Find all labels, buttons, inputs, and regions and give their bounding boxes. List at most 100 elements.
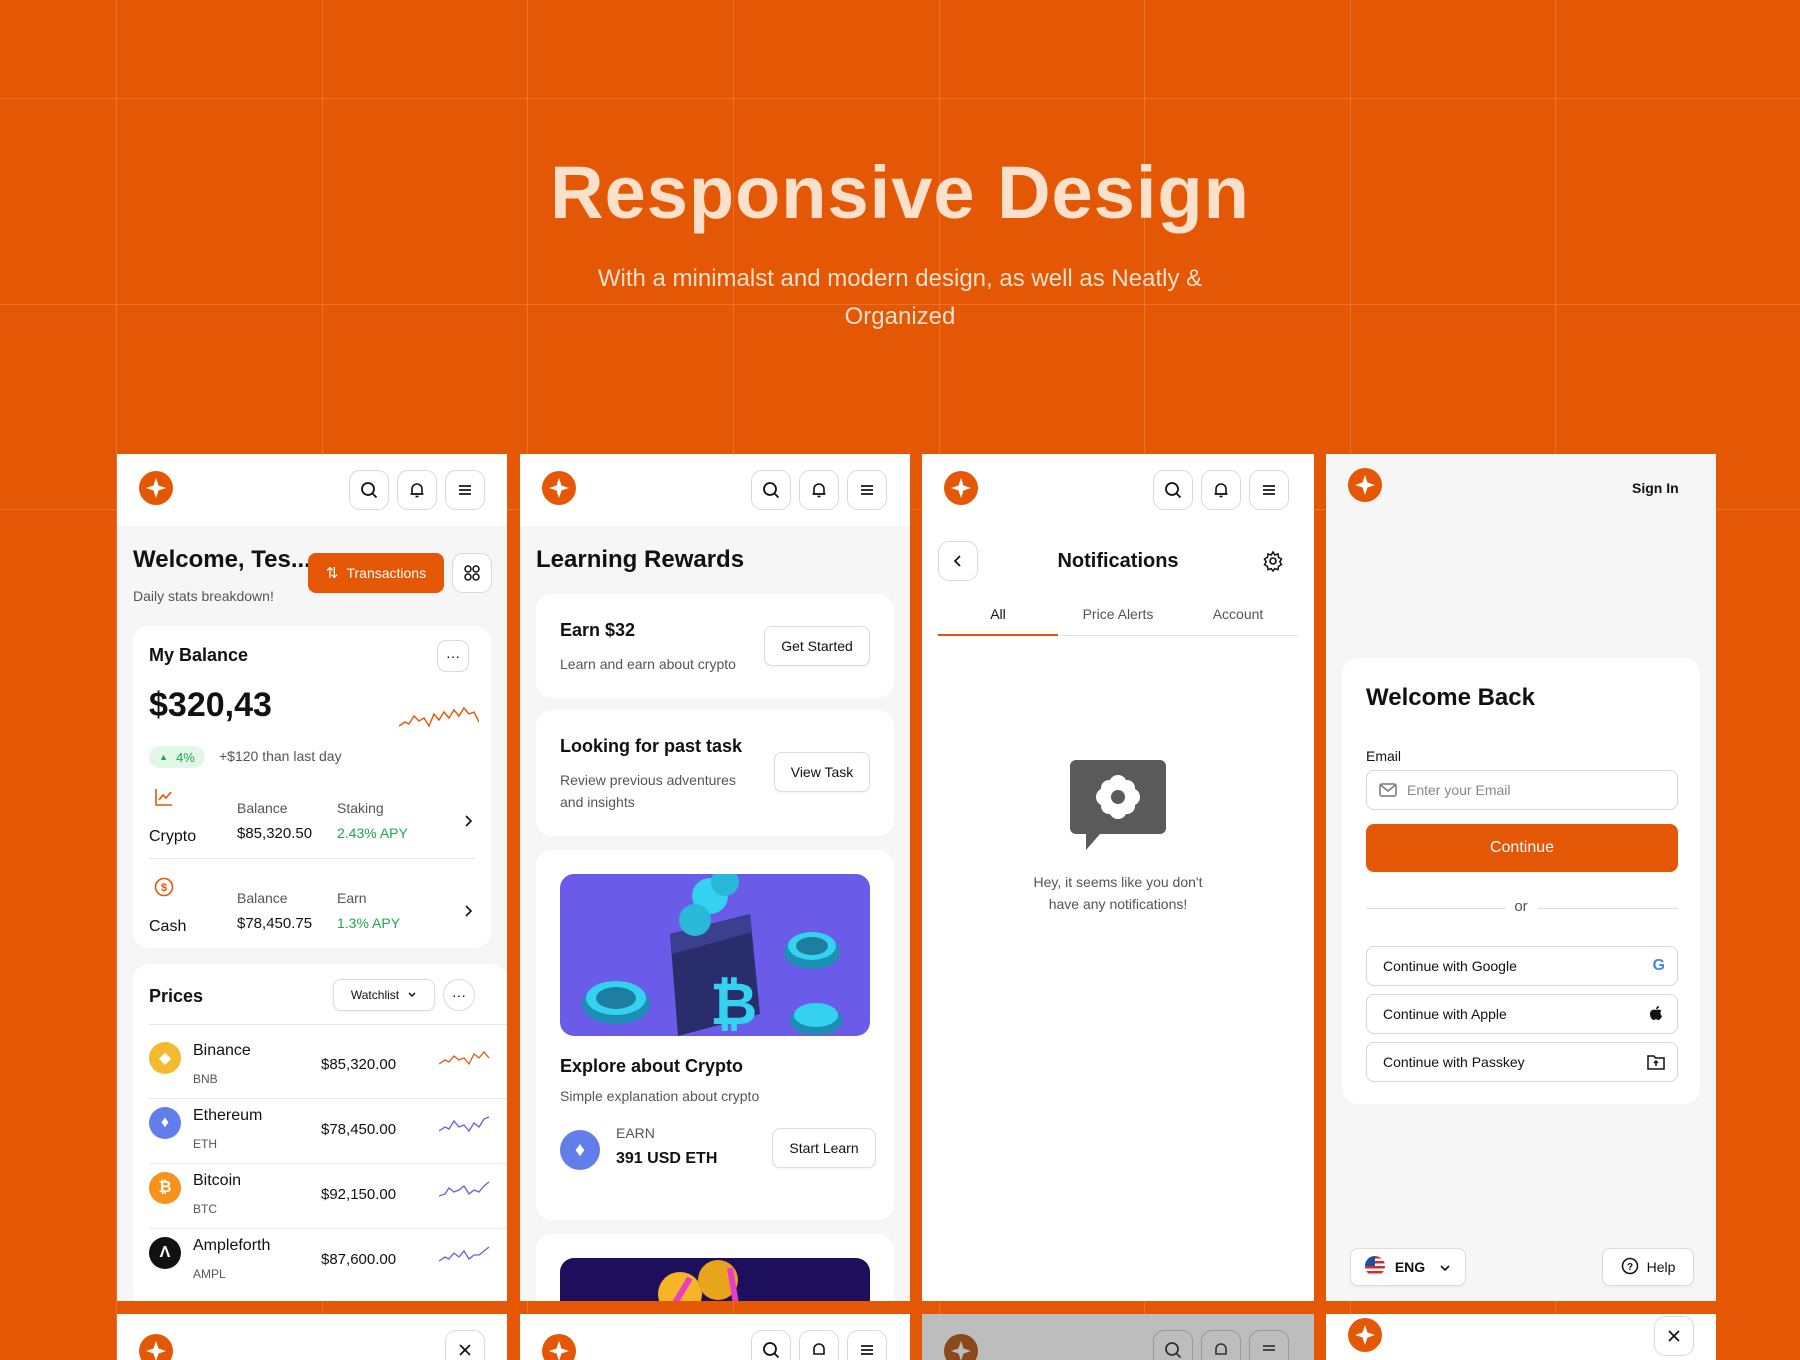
prices-card: Prices Watchlist ··· ◆ Binance BNB $85,3…: [133, 964, 507, 1301]
search-button[interactable]: [751, 1330, 791, 1360]
logo[interactable]: [1348, 468, 1382, 502]
start-learn-button[interactable]: Start Learn: [772, 1128, 876, 1168]
explore-desc: Simple explanation about crypto: [560, 1088, 760, 1104]
logo[interactable]: [944, 1334, 978, 1360]
email-field[interactable]: Enter your Email: [1366, 770, 1678, 810]
account-row-cash[interactable]: $ Cash Balance $78,450.75 Earn 1.3% APY: [149, 876, 475, 948]
account-col1-value: $85,320.50: [237, 825, 313, 842]
coin-row[interactable]: ♦ Ethereum ETH $78,450.00: [149, 1099, 507, 1164]
logo[interactable]: [944, 471, 978, 505]
coin-name: Ampleforth: [193, 1237, 271, 1254]
transactions-button[interactable]: ⇅ Transactions: [308, 553, 444, 593]
empty-notification-icon: [1070, 760, 1166, 850]
apps-button[interactable]: [452, 553, 492, 593]
notifications-button[interactable]: [397, 470, 437, 510]
bottom-panel-3: [922, 1314, 1314, 1360]
notifications-title: Notifications: [1057, 550, 1179, 572]
coin-sparkline: [439, 1181, 490, 1197]
view-task-button[interactable]: View Task: [774, 752, 870, 792]
continue-button[interactable]: Continue: [1366, 824, 1678, 872]
top-bar: [520, 454, 910, 526]
coin-row[interactable]: ₿ Bitcoin BTC $92,150.00: [149, 1164, 507, 1229]
tab-all[interactable]: All: [938, 606, 1058, 622]
top-bar: [922, 454, 1314, 526]
notification-tabs: All Price Alerts Account: [938, 594, 1298, 636]
menu-button[interactable]: [445, 470, 485, 510]
continue-apple-button[interactable]: Continue with Apple: [1366, 994, 1678, 1034]
active-tab-indicator: [938, 634, 1058, 636]
language-selector[interactable]: ENG: [1350, 1248, 1466, 1286]
coin-icon: ₿: [149, 1172, 181, 1204]
settings-gear-icon[interactable]: [1262, 550, 1284, 577]
hero-subtitle: With a minimalst and modern design, as w…: [597, 265, 1203, 330]
coin-sparkline: [439, 1246, 490, 1262]
menu-icon: [858, 1341, 876, 1359]
search-button[interactable]: [1153, 1330, 1193, 1360]
balance-more-button[interactable]: ···: [437, 640, 469, 672]
account-col2-value: 1.3% APY: [337, 915, 401, 931]
close-button[interactable]: [445, 1330, 485, 1360]
prices-more-button[interactable]: ···: [443, 979, 475, 1011]
tab-account[interactable]: Account: [1178, 606, 1298, 622]
account-col2-label: Earn: [337, 890, 367, 906]
close-icon: [1667, 1329, 1681, 1343]
help-label: Help: [1646, 1259, 1676, 1275]
account-name: Cash: [149, 918, 187, 935]
get-started-button[interactable]: Get Started: [764, 626, 870, 666]
logo[interactable]: [542, 1334, 576, 1360]
passkey-icon: [1647, 1054, 1665, 1075]
bottom-panel-1: [117, 1314, 507, 1360]
menu-icon: [1260, 481, 1278, 499]
logo[interactable]: [1348, 1318, 1382, 1352]
earn-desc: Learn and earn about crypto: [560, 656, 736, 672]
coin-row[interactable]: Λ Ampleforth AMPL $87,600.00: [149, 1229, 507, 1293]
change-badge: ▲ 4%: [149, 746, 205, 768]
past-task-desc-1: Review previous adventures: [560, 772, 736, 788]
help-circle-icon: ?: [1621, 1257, 1639, 1278]
help-button[interactable]: ? Help: [1602, 1248, 1694, 1286]
coin-price: $78,450.00: [321, 1121, 397, 1138]
tab-price-alerts[interactable]: Price Alerts: [1058, 606, 1178, 622]
chevron-down-icon: [1439, 1259, 1451, 1275]
signin-title: Welcome Back: [1366, 684, 1535, 711]
search-button[interactable]: [349, 470, 389, 510]
chevron-down-icon: [407, 988, 417, 1002]
account-col2-label: Staking: [337, 800, 384, 816]
search-button[interactable]: [751, 470, 791, 510]
logo[interactable]: [139, 1334, 173, 1360]
notifications-button[interactable]: [799, 1330, 839, 1360]
menu-icon: [456, 481, 474, 499]
account-name: Crypto: [149, 828, 197, 845]
watchlist-dropdown[interactable]: Watchlist: [333, 979, 435, 1011]
search-icon: [360, 481, 378, 499]
menu-button[interactable]: [1249, 470, 1289, 510]
continue-passkey-button[interactable]: Continue with Passkey: [1366, 1042, 1678, 1082]
logo[interactable]: [139, 471, 173, 505]
explore-card: ₿ Explore about Crypto Simple explanatio…: [536, 850, 894, 1220]
chart-icon: [153, 786, 175, 813]
logo[interactable]: [542, 471, 576, 505]
menu-button[interactable]: [1249, 1330, 1289, 1360]
signin-panel: Sign In Welcome Back Email Enter your Em…: [1326, 454, 1716, 1301]
sign-in-link[interactable]: Sign In: [1632, 480, 1679, 496]
notifications-button[interactable]: [1201, 1330, 1241, 1360]
close-button[interactable]: [1654, 1316, 1694, 1356]
account-row-crypto[interactable]: Crypto Balance $85,320.50 Staking 2.43% …: [149, 786, 475, 858]
coin-name: Binance: [193, 1042, 251, 1059]
notifications-button[interactable]: [1201, 470, 1241, 510]
earn-value: 391 USD ETH: [616, 1150, 718, 1167]
coins-illustration: [560, 1258, 870, 1301]
continue-google-button[interactable]: Continue with Google G: [1366, 946, 1678, 986]
menu-button[interactable]: [847, 470, 887, 510]
balance-value: $320,43: [149, 686, 272, 724]
coin-icon: Λ: [149, 1237, 181, 1269]
more-horizontal-icon: ···: [446, 648, 460, 664]
svg-text:₿: ₿: [710, 972, 757, 1036]
account-col1-label: Balance: [237, 890, 288, 906]
menu-button[interactable]: [847, 1330, 887, 1360]
notifications-button[interactable]: [799, 470, 839, 510]
us-flag-icon: [1364, 1255, 1385, 1279]
coin-row[interactable]: ◆ Binance BNB $85,320.00: [149, 1034, 507, 1099]
search-button[interactable]: [1153, 470, 1193, 510]
earn-card: Earn $32 Learn and earn about crypto Get…: [536, 594, 894, 698]
